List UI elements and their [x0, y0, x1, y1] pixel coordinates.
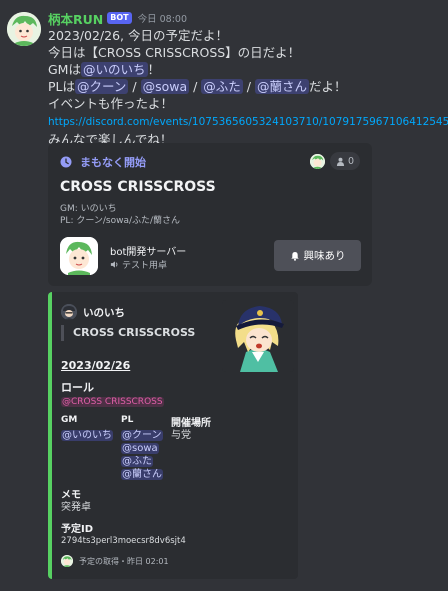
event-status: まもなく開始: [60, 154, 146, 170]
event-desc-pl: PL: クーン/sowa/ふた/蘭さん: [60, 216, 181, 226]
event-link[interactable]: https://discord.com/events/1075365605324…: [48, 116, 448, 128]
event-description: GM: いのいち PL: クーン/sowa/ふた/蘭さん: [60, 203, 180, 227]
server-icon[interactable]: [60, 237, 98, 275]
message-content: 2023/02/26, 今日の予定だよ！ 今日は【CROSS CRISSCROS…: [48, 27, 448, 148]
venue-field-value: 与党: [171, 430, 191, 441]
memo-field-name: メモ: [61, 490, 81, 501]
server-name: bot開発サーバー: [110, 247, 187, 258]
interested-button-label: 興味あり: [303, 250, 346, 262]
pl-field-mention[interactable]: @sowa: [121, 443, 159, 454]
gm-field-value: @いのいち: [61, 429, 113, 442]
gm-prefix: GMは: [48, 62, 81, 77]
schedule-embed: いのいち CROSS CRISSCROSS 2023/02/26 ロール @CR…: [48, 292, 298, 579]
bot-tag: BOT: [107, 12, 132, 24]
pl-suffix: だよ！: [309, 79, 347, 94]
timestamp: 今日 08:00: [137, 14, 188, 25]
pl-separator: /: [189, 79, 202, 94]
embed-date: 2023/02/26: [61, 359, 131, 372]
host-avatar[interactable]: [310, 154, 325, 169]
message-line-gm: GMは @いのいち！: [48, 61, 448, 78]
embed-quote: CROSS CRISSCROSS: [61, 325, 195, 341]
gm-field-mention[interactable]: @いのいち: [61, 430, 113, 441]
person-icon: [336, 157, 345, 166]
event-desc-gm: GM: いのいち: [60, 204, 117, 214]
pl-separator: /: [242, 79, 255, 94]
role-field-value: @CROSS CRISSCROSS: [61, 395, 164, 409]
pl-separator: /: [128, 79, 141, 94]
embed-author-name[interactable]: いのいち: [83, 305, 125, 320]
embed-footer-text: 予定の取得・昨日 02:01: [79, 556, 169, 566]
bot-avatar[interactable]: [7, 12, 41, 46]
event-status-label: まもなく開始: [80, 156, 146, 169]
interested-count[interactable]: 0: [330, 152, 361, 170]
embed-thumbnail[interactable]: [222, 300, 294, 372]
pl-mention[interactable]: @クーン: [75, 79, 129, 94]
role-field-name: ロール: [61, 381, 94, 394]
bell-icon: [290, 251, 299, 261]
id-field-value: 2794ts3perl3moecsr8dv6sjt4: [61, 536, 186, 546]
interested-count-value: 0: [348, 155, 355, 167]
event-location: テスト用卓: [110, 258, 167, 271]
pl-field-value: @クーン @sowa @ふた @蘭さん: [121, 429, 163, 481]
gm-field-name: GM: [61, 415, 78, 425]
embed-author: いのいち: [61, 304, 125, 320]
pl-field-mention[interactable]: @蘭さん: [121, 469, 163, 480]
message-line-pl: PLは @クーン / @sowa / @ふた / @蘭さん だよ！: [48, 78, 448, 95]
event-title[interactable]: CROSS CRISSCROSS: [60, 179, 216, 195]
author-avatar[interactable]: [61, 304, 77, 320]
gm-suffix: ！: [147, 62, 161, 77]
clock-icon: [60, 156, 72, 168]
pl-mention[interactable]: @sowa: [140, 79, 190, 94]
embed-footer: 予定の取得・昨日 02:01: [61, 555, 169, 567]
pl-field-mention[interactable]: @ふた: [121, 456, 153, 467]
event-location-label: テスト用卓: [122, 261, 168, 271]
message-line-event-created: イベントも作ったよ！: [48, 96, 174, 111]
message-line-date: 2023/02/26, 今日の予定だよ！: [48, 28, 228, 43]
pl-field-mention[interactable]: @クーン: [121, 430, 163, 441]
id-field-name: 予定ID: [61, 524, 94, 535]
speaker-icon: [110, 261, 118, 268]
pl-mention[interactable]: @ふた: [201, 79, 243, 94]
username[interactable]: 柄本RUN: [48, 9, 103, 28]
pl-field-name: PL: [121, 415, 134, 425]
pl-mention[interactable]: @蘭さん: [254, 79, 309, 94]
role-mention[interactable]: @CROSS CRISSCROSS: [61, 397, 164, 407]
message: 柄本RUN BOT 今日 08:00 2023/02/26, 今日の予定だよ！ …: [0, 0, 448, 591]
message-line-event-name: 今日は【CROSS CRISSCROSS】の日だよ！: [48, 45, 301, 60]
venue-field-name: 開催場所: [171, 418, 211, 429]
gm-mention[interactable]: @いのいち: [80, 62, 148, 77]
memo-field-value: 突発卓: [61, 502, 91, 513]
message-header: 柄本RUN BOT 今日 08:00: [48, 9, 187, 27]
footer-icon: [61, 555, 73, 567]
interested-button[interactable]: 興味あり: [274, 240, 361, 271]
event-card[interactable]: まもなく開始 0 CROSS CRISSCROSS GM: いのいち PL: ク…: [48, 143, 372, 286]
pl-prefix: PLは: [48, 79, 76, 94]
